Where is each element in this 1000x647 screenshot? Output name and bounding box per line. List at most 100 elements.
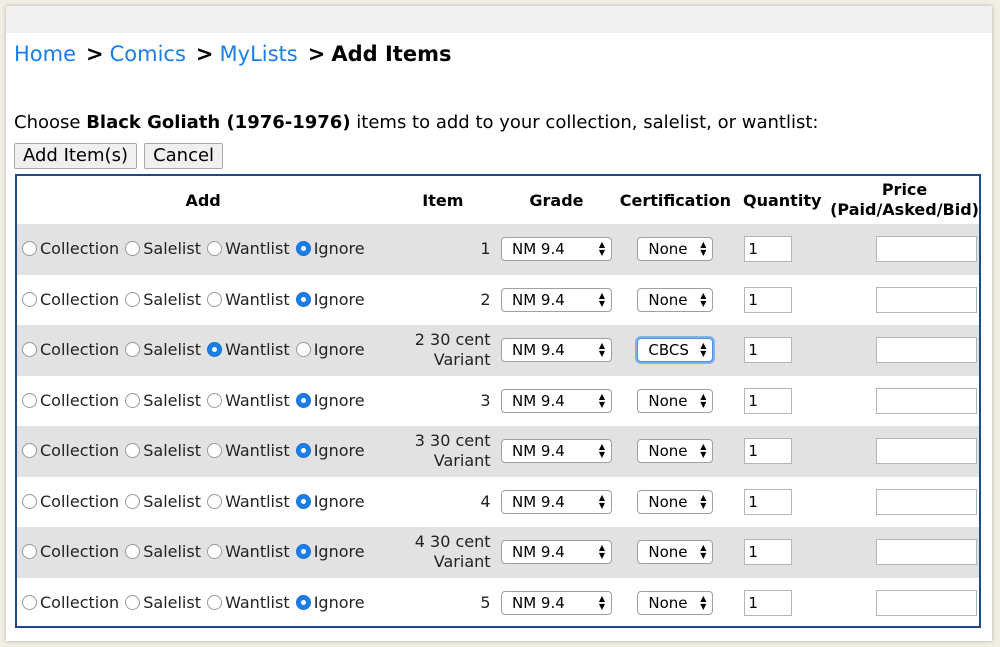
option-ignore[interactable]: Ignore: [295, 391, 365, 410]
price-input[interactable]: [876, 589, 977, 616]
ignore-radio[interactable]: [295, 443, 311, 459]
option-salelist[interactable]: Salelist: [124, 593, 201, 612]
salelist-radio[interactable]: [125, 594, 141, 610]
option-collection[interactable]: Collection: [21, 290, 119, 309]
ignore-radio[interactable]: [295, 493, 311, 509]
certification-select[interactable]: CBCS ▲ ▼: [637, 338, 714, 363]
option-ignore[interactable]: Ignore: [295, 593, 365, 612]
option-wantlist[interactable]: Wantlist: [206, 492, 290, 511]
price-input[interactable]: [876, 488, 977, 515]
option-salelist[interactable]: Salelist: [124, 492, 201, 511]
option-collection[interactable]: Collection: [21, 492, 119, 511]
option-collection[interactable]: Collection: [21, 239, 119, 258]
option-salelist[interactable]: Salelist: [124, 340, 201, 359]
price-input[interactable]: [876, 337, 977, 364]
option-wantlist[interactable]: Wantlist: [206, 290, 290, 309]
grade-select[interactable]: NM 9.4 ▲ ▼: [500, 590, 612, 615]
option-ignore[interactable]: Ignore: [295, 239, 365, 258]
grade-select[interactable]: NM 9.4 ▲ ▼: [500, 439, 612, 464]
wantlist-radio[interactable]: [207, 342, 223, 358]
salelist-radio[interactable]: [125, 493, 141, 509]
wantlist-radio[interactable]: [207, 443, 223, 459]
breadcrumb-comics-link[interactable]: Comics: [110, 42, 186, 66]
grade-select[interactable]: NM 9.4 ▲ ▼: [500, 287, 612, 312]
quantity-input[interactable]: 1: [744, 438, 793, 465]
certification-select[interactable]: None ▲ ▼: [637, 489, 714, 514]
wantlist-radio[interactable]: [207, 594, 223, 610]
salelist-radio[interactable]: [125, 443, 141, 459]
option-salelist[interactable]: Salelist: [124, 239, 201, 258]
option-wantlist[interactable]: Wantlist: [206, 239, 290, 258]
certification-select[interactable]: None ▲ ▼: [637, 439, 714, 464]
wantlist-radio[interactable]: [207, 493, 223, 509]
grade-select[interactable]: NM 9.4 ▲ ▼: [500, 388, 612, 413]
collection-radio[interactable]: [22, 493, 37, 509]
quantity-input[interactable]: 1: [744, 236, 793, 263]
quantity-input[interactable]: 1: [744, 337, 793, 364]
salelist-radio[interactable]: [125, 291, 141, 307]
certification-select[interactable]: None ▲ ▼: [637, 590, 714, 615]
quantity-input[interactable]: 1: [744, 387, 793, 414]
quantity-input[interactable]: 1: [744, 488, 793, 515]
option-wantlist[interactable]: Wantlist: [206, 391, 290, 410]
option-wantlist[interactable]: Wantlist: [206, 593, 290, 612]
collection-radio[interactable]: [22, 342, 37, 358]
breadcrumb-home-link[interactable]: Home: [14, 42, 76, 66]
price-input[interactable]: [876, 286, 977, 313]
salelist-radio[interactable]: [125, 342, 141, 358]
ignore-radio[interactable]: [295, 241, 311, 257]
option-collection[interactable]: Collection: [21, 441, 119, 460]
breadcrumb-mylists-link[interactable]: MyLists: [220, 42, 298, 66]
option-salelist[interactable]: Salelist: [124, 391, 201, 410]
collection-radio[interactable]: [22, 443, 37, 459]
collection-radio[interactable]: [22, 392, 37, 408]
certification-select[interactable]: None ▲ ▼: [637, 388, 714, 413]
quantity-input[interactable]: 1: [744, 286, 793, 313]
certification-select[interactable]: None ▲ ▼: [637, 287, 714, 312]
wantlist-radio[interactable]: [207, 241, 223, 257]
option-collection[interactable]: Collection: [21, 391, 119, 410]
grade-select[interactable]: NM 9.4 ▲ ▼: [500, 338, 612, 363]
option-wantlist[interactable]: Wantlist: [206, 542, 290, 561]
option-wantlist[interactable]: Wantlist: [206, 441, 290, 460]
collection-radio[interactable]: [22, 241, 37, 257]
wantlist-radio[interactable]: [207, 544, 223, 560]
collection-radio[interactable]: [22, 544, 37, 560]
cancel-button[interactable]: Cancel: [144, 143, 224, 169]
price-input[interactable]: [876, 387, 977, 414]
grade-select[interactable]: NM 9.4 ▲ ▼: [500, 489, 612, 514]
salelist-radio[interactable]: [125, 241, 141, 257]
option-salelist[interactable]: Salelist: [124, 441, 201, 460]
wantlist-radio[interactable]: [207, 392, 223, 408]
grade-select[interactable]: NM 9.4 ▲ ▼: [500, 237, 612, 262]
price-input[interactable]: [876, 236, 977, 263]
ignore-radio[interactable]: [295, 544, 311, 560]
option-collection[interactable]: Collection: [21, 542, 119, 561]
certification-select[interactable]: None ▲ ▼: [637, 540, 714, 565]
option-salelist[interactable]: Salelist: [124, 290, 201, 309]
quantity-input[interactable]: 1: [744, 589, 793, 616]
price-input[interactable]: [876, 438, 977, 465]
ignore-radio[interactable]: [295, 594, 311, 610]
price-input[interactable]: [876, 539, 977, 566]
salelist-radio[interactable]: [125, 392, 141, 408]
ignore-radio[interactable]: [295, 342, 311, 358]
option-salelist[interactable]: Salelist: [124, 542, 201, 561]
salelist-radio[interactable]: [125, 544, 141, 560]
collection-radio[interactable]: [22, 594, 37, 610]
ignore-radio[interactable]: [295, 291, 311, 307]
wantlist-radio[interactable]: [207, 291, 223, 307]
quantity-input[interactable]: 1: [744, 539, 793, 566]
grade-select[interactable]: NM 9.4 ▲ ▼: [500, 540, 612, 565]
option-ignore[interactable]: Ignore: [295, 340, 365, 359]
option-ignore[interactable]: Ignore: [295, 441, 365, 460]
option-ignore[interactable]: Ignore: [295, 290, 365, 309]
ignore-radio[interactable]: [295, 392, 311, 408]
collection-radio[interactable]: [22, 291, 37, 307]
option-ignore[interactable]: Ignore: [295, 492, 365, 511]
option-ignore[interactable]: Ignore: [295, 542, 365, 561]
certification-select[interactable]: None ▲ ▼: [637, 237, 714, 262]
option-collection[interactable]: Collection: [21, 340, 119, 359]
option-collection[interactable]: Collection: [21, 593, 119, 612]
option-wantlist[interactable]: Wantlist: [206, 340, 290, 359]
